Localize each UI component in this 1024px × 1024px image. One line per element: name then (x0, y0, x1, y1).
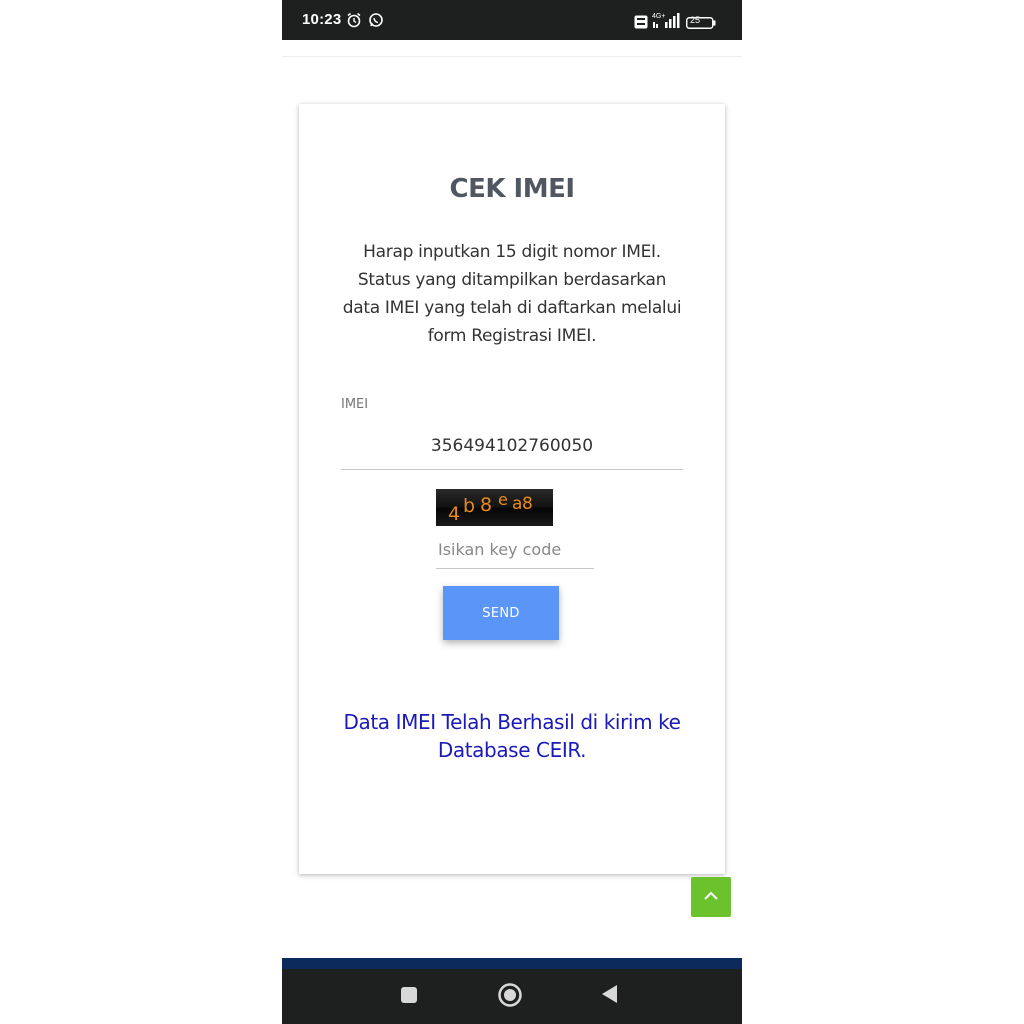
cek-imei-card: CEK IMEI Harap inputkan 15 digit nomor I… (299, 104, 725, 874)
recents-icon[interactable] (400, 986, 418, 1008)
key-code-input[interactable] (436, 531, 594, 569)
imei-input[interactable] (341, 422, 683, 470)
status-time: 10:23 (302, 11, 342, 28)
result-message: Data IMEI Telah Berhasil di kirim ke Dat… (343, 710, 681, 762)
volte-icon (634, 14, 648, 33)
scroll-to-top-button[interactable] (691, 877, 731, 917)
battery-level: 25 (690, 15, 701, 25)
home-icon[interactable] (497, 982, 523, 1012)
svg-text:4G+: 4G+ (652, 13, 665, 20)
alarm-icon (346, 12, 362, 32)
captcha-image: 4 b 8 e a 8 (436, 489, 553, 526)
instructions-text: Harap inputkan 15 digit nomor IMEI. Stat… (342, 242, 682, 346)
signal-icon: 4G+ (652, 12, 682, 32)
navigation-bar (282, 969, 742, 1024)
chevron-up-icon (704, 891, 718, 900)
page-title: CEK IMEI (449, 174, 575, 204)
header-divider (282, 56, 742, 57)
back-icon[interactable] (600, 984, 618, 1008)
footer-strip (282, 958, 742, 969)
status-bar: 10:23 4G+ 25 (282, 0, 742, 40)
phone-screen: 10:23 4G+ 25 CEK IMEI Harap inputkan 15 … (282, 0, 742, 1024)
imei-label: IMEI (341, 397, 369, 412)
whatsapp-icon (368, 12, 384, 32)
send-button[interactable]: SEND (443, 586, 559, 640)
